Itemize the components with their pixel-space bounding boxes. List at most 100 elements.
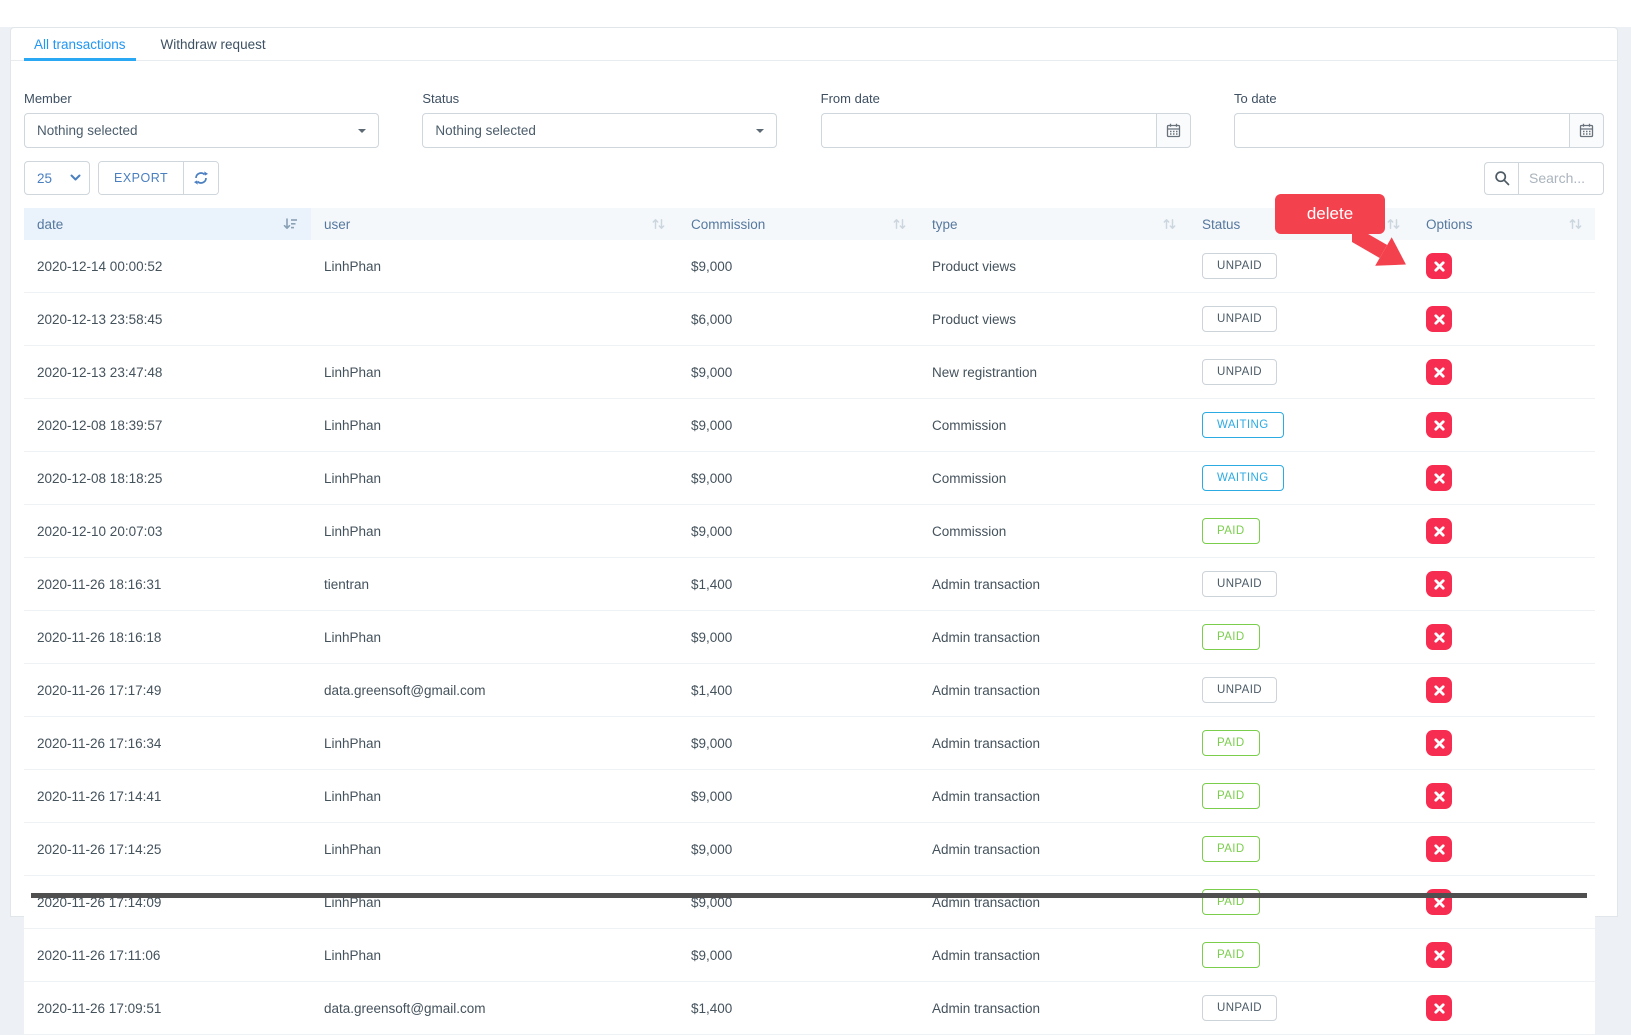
cell-type: Admin transaction — [919, 823, 1189, 876]
cell-commission: $9,000 — [678, 240, 919, 293]
delete-button[interactable] — [1426, 465, 1452, 491]
status-badge[interactable]: UNPAID — [1202, 306, 1277, 332]
cell-commission: $9,000 — [678, 452, 919, 505]
cell-status: PAID — [1189, 717, 1413, 770]
cell-type: Commission — [919, 399, 1189, 452]
delete-button[interactable] — [1426, 306, 1452, 332]
to-date-calendar-button[interactable] — [1569, 113, 1604, 148]
table-row: 2020-11-26 17:11:06 LinhPhan $9,000 Admi… — [24, 929, 1595, 982]
cell-status: PAID — [1189, 770, 1413, 823]
tab-all-transactions[interactable]: All transactions — [24, 28, 136, 61]
delete-x-icon — [1434, 897, 1445, 908]
cell-options — [1413, 717, 1595, 770]
cell-user: LinhPhan — [311, 823, 678, 876]
status-badge[interactable]: PAID — [1202, 783, 1260, 809]
cell-date: 2020-11-26 17:14:25 — [24, 823, 311, 876]
column-header-date[interactable]: date — [24, 208, 311, 240]
column-label: Options — [1426, 217, 1473, 232]
delete-button[interactable] — [1426, 995, 1452, 1021]
export-button[interactable]: EXPORT — [99, 162, 183, 194]
cell-status: PAID — [1189, 823, 1413, 876]
delete-button[interactable] — [1426, 518, 1452, 544]
cell-user — [311, 293, 678, 346]
cell-type: Commission — [919, 452, 1189, 505]
search-button[interactable] — [1484, 162, 1518, 195]
cell-status: PAID — [1189, 505, 1413, 558]
table-row: 2020-11-26 18:16:31 tientran $1,400 Admi… — [24, 558, 1595, 611]
column-header-user[interactable]: user — [311, 208, 678, 240]
cell-options — [1413, 452, 1595, 505]
cell-type: New registrantion — [919, 346, 1189, 399]
chevron-down-icon — [358, 129, 366, 133]
from-date-calendar-button[interactable] — [1156, 113, 1191, 148]
cell-commission: $9,000 — [678, 505, 919, 558]
cell-date: 2020-11-26 17:16:34 — [24, 717, 311, 770]
delete-button[interactable] — [1426, 836, 1452, 862]
delete-x-icon — [1434, 314, 1445, 325]
cell-date: 2020-11-26 17:17:49 — [24, 664, 311, 717]
cell-commission: $9,000 — [678, 770, 919, 823]
delete-button[interactable] — [1426, 359, 1452, 385]
delete-button[interactable] — [1426, 624, 1452, 650]
member-select[interactable]: Nothing selected — [24, 113, 379, 148]
cell-status: UNPAID — [1189, 293, 1413, 346]
cell-date: 2020-11-26 18:16:18 — [24, 611, 311, 664]
status-badge[interactable]: PAID — [1202, 624, 1260, 650]
delete-annotation-label: delete — [1307, 204, 1353, 224]
refresh-button[interactable] — [183, 162, 218, 194]
cell-type: Admin transaction — [919, 876, 1189, 929]
status-badge[interactable]: UNPAID — [1202, 359, 1277, 385]
status-badge[interactable]: UNPAID — [1202, 571, 1277, 597]
from-date-input[interactable] — [821, 113, 1156, 148]
status-badge[interactable]: UNPAID — [1202, 677, 1277, 703]
status-badge[interactable]: PAID — [1202, 836, 1260, 862]
column-header-type[interactable]: type — [919, 208, 1189, 240]
sort-icon — [652, 218, 665, 230]
cell-options — [1413, 823, 1595, 876]
table-row: 2020-12-08 18:18:25 LinhPhan $9,000 Comm… — [24, 452, 1595, 505]
search-input[interactable] — [1518, 162, 1604, 195]
cell-date: 2020-11-26 18:16:31 — [24, 558, 311, 611]
refresh-icon — [194, 171, 208, 185]
transactions-card: All transactions Withdraw request Member… — [10, 27, 1618, 917]
cell-status: WAITING — [1189, 452, 1413, 505]
status-badge[interactable]: UNPAID — [1202, 253, 1277, 279]
status-select[interactable]: Nothing selected — [422, 113, 777, 148]
status-badge[interactable]: UNPAID — [1202, 995, 1277, 1021]
status-badge[interactable]: PAID — [1202, 942, 1260, 968]
cell-type: Admin transaction — [919, 664, 1189, 717]
cell-options — [1413, 982, 1595, 1035]
filter-from-date: From date — [821, 91, 1191, 148]
cell-commission: $1,400 — [678, 664, 919, 717]
cell-status: UNPAID — [1189, 664, 1413, 717]
sort-descending-icon — [283, 217, 298, 231]
cell-status: PAID — [1189, 876, 1413, 929]
cell-options — [1413, 346, 1595, 399]
delete-button[interactable] — [1426, 730, 1452, 756]
column-header-commission[interactable]: Commission — [678, 208, 919, 240]
cell-options — [1413, 240, 1595, 293]
column-header-options[interactable]: Options — [1413, 208, 1595, 240]
cell-commission: $6,000 — [678, 293, 919, 346]
delete-button[interactable] — [1426, 412, 1452, 438]
status-badge[interactable]: WAITING — [1202, 465, 1284, 491]
sort-icon — [1569, 218, 1582, 230]
delete-button[interactable] — [1426, 942, 1452, 968]
delete-button[interactable] — [1426, 783, 1452, 809]
page-size-select[interactable]: 25 — [24, 161, 90, 195]
delete-button[interactable] — [1426, 677, 1452, 703]
cell-options — [1413, 664, 1595, 717]
status-badge[interactable]: PAID — [1202, 730, 1260, 756]
status-badge[interactable]: WAITING — [1202, 412, 1284, 438]
cell-type: Product views — [919, 293, 1189, 346]
status-badge[interactable]: PAID — [1202, 518, 1260, 544]
table-body: 2020-12-14 00:00:52 LinhPhan $9,000 Prod… — [24, 240, 1595, 1035]
delete-x-icon — [1434, 844, 1445, 855]
delete-button[interactable] — [1426, 253, 1452, 279]
to-date-input[interactable] — [1234, 113, 1569, 148]
delete-button[interactable] — [1426, 571, 1452, 597]
delete-x-icon — [1434, 473, 1445, 484]
tab-withdraw-request[interactable]: Withdraw request — [151, 28, 276, 61]
sort-icon — [893, 218, 906, 230]
cell-user: LinhPhan — [311, 929, 678, 982]
